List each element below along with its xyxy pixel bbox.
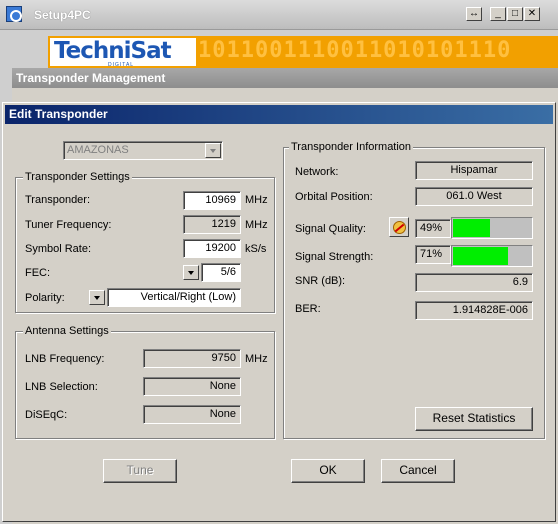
close-button[interactable]: ✕ [524, 7, 540, 21]
signal-quality-bar-fill [453, 219, 491, 237]
orbital-position-value: 061.0 West [415, 187, 533, 206]
transponder-label: Transponder: [25, 194, 91, 206]
fec-select[interactable]: 5/6 [201, 263, 241, 282]
symbol-rate-input[interactable]: 19200 [183, 239, 241, 258]
symbol-rate-unit: kS/s [245, 243, 267, 255]
tune-button[interactable]: Tune [103, 459, 177, 483]
banner-binary-text: 1011001110011010101110 [198, 38, 512, 63]
dialog-titlebar[interactable]: Edit Transponder [5, 105, 553, 124]
lnb-selection-label: LNB Selection: [25, 381, 98, 393]
maximize-button[interactable]: □ [507, 7, 523, 21]
orbital-position-label: Orbital Position: [295, 191, 373, 203]
lnb-frequency-value: 9750 [143, 349, 241, 368]
signal-strength-label: Signal Strength: [295, 251, 374, 263]
edit-transponder-dialog: Edit Transponder AMAZONAS Transponder Se… [2, 102, 556, 522]
restore-button[interactable]: ↔ [466, 7, 482, 21]
transponder-unit: MHz [245, 194, 268, 206]
signal-strength-percent: 71% [415, 245, 451, 264]
network-label: Network: [295, 166, 339, 178]
lnb-selection-value: None [143, 377, 241, 396]
transponder-management-titlebar[interactable]: Transponder Management [12, 68, 558, 88]
snr-label: SNR (dB): [295, 275, 346, 287]
signal-strength-bar [451, 245, 533, 267]
brand-banner: 1011001110011010101110 TechniSat DIGITAL [48, 36, 558, 68]
signal-strength-bar-fill [453, 247, 508, 265]
signal-quality-percent: 49% [415, 219, 451, 238]
fec-dropdown-button[interactable] [183, 265, 199, 280]
diseqc-value: None [143, 405, 241, 424]
cancel-button[interactable]: Cancel [381, 459, 455, 483]
snr-value: 6.9 [415, 273, 533, 292]
chevron-down-icon [205, 143, 221, 158]
dialog-title: Edit Transponder [9, 107, 108, 121]
network-value: Hispamar [415, 161, 533, 180]
technisat-logo: TechniSat DIGITAL [50, 38, 196, 68]
fec-label: FEC: [25, 267, 51, 279]
tuner-frequency-value: 1219 [183, 215, 241, 234]
polarity-label: Polarity: [25, 292, 65, 304]
satellite-select: AMAZONAS [63, 141, 223, 160]
minimize-button[interactable]: _ [490, 7, 506, 21]
reset-statistics-button[interactable]: Reset Statistics [415, 407, 533, 431]
transponder-settings-legend: Transponder Settings [23, 171, 132, 183]
transponder-input[interactable]: 10969 [183, 191, 241, 210]
symbol-rate-label: Symbol Rate: [25, 243, 92, 255]
signal-quality-label: Signal Quality: [295, 223, 366, 235]
main-titlebar[interactable]: Setup4PC ↔ _ □ ✕ [0, 0, 558, 30]
ok-button[interactable]: OK [291, 459, 365, 483]
tuner-frequency-unit: MHz [245, 219, 268, 231]
signal-quality-bar [451, 217, 533, 239]
diseqc-label: DiSEqC: [25, 409, 68, 421]
polarity-select[interactable]: Vertical/Right (Low) [107, 288, 241, 307]
satellite-dish-icon[interactable] [389, 217, 409, 237]
tuner-frequency-label: Tuner Frequency: [25, 219, 112, 231]
lnb-frequency-label: LNB Frequency: [25, 353, 105, 365]
antenna-settings-legend: Antenna Settings [23, 325, 111, 337]
ber-label: BER: [295, 303, 321, 315]
logo-text: TechniSat [54, 38, 172, 64]
lnb-frequency-unit: MHz [245, 353, 268, 365]
main-window-title: Setup4PC [34, 8, 91, 22]
satellite-select-value: AMAZONAS [67, 144, 129, 156]
transponder-management-title: Transponder Management [16, 71, 166, 85]
transponder-information-legend: Transponder Information [289, 141, 414, 153]
app-icon [6, 6, 22, 22]
ber-value: 1.914828E-006 [415, 301, 533, 320]
polarity-dropdown-button[interactable] [89, 290, 105, 305]
